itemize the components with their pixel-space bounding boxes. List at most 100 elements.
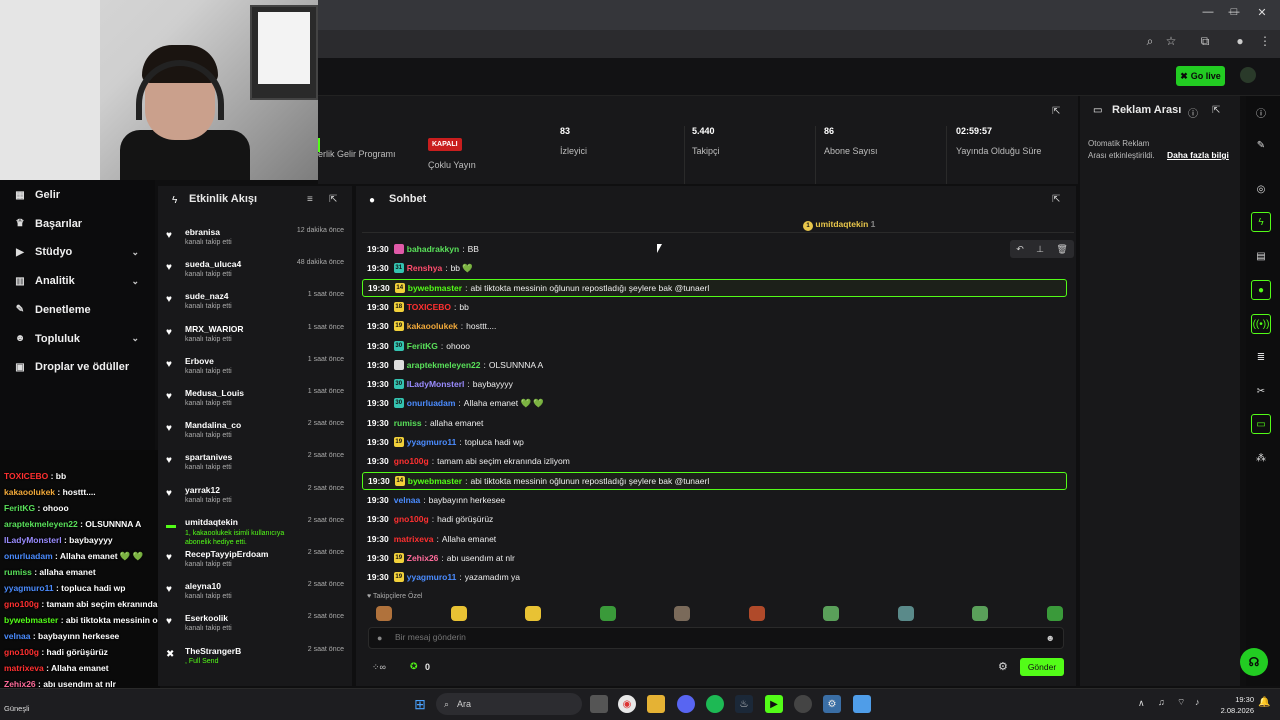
message-username[interactable]: TOXICEBO — [407, 302, 451, 312]
emote-icon[interactable] — [823, 606, 839, 621]
sidebar-item-stdyo[interactable]: ▶ Stüdyo ⌄ — [0, 238, 155, 266]
chat-message[interactable]: 19:30 velnaa: baybayınn herkesee — [362, 491, 1067, 509]
folder-icon[interactable] — [647, 695, 665, 713]
sidebar-item-droplarvedller[interactable]: ▣ Droplar ve ödüller — [0, 353, 155, 381]
message-username[interactable]: ILadyMonsterl — [407, 379, 465, 389]
emote-icon[interactable] — [599, 606, 616, 621]
message-username[interactable]: FeritKG — [407, 341, 438, 351]
activity-item[interactable]: ♥ Medusa_Louis kanalı takip etti 1 saat önc… — [158, 387, 352, 419]
chat-message[interactable]: 19:30 19 Zehix26: abı usendım at nlr — [362, 549, 1067, 567]
popout-icon[interactable]: ⇱ — [1212, 105, 1220, 116]
emote-icon[interactable] — [450, 606, 467, 621]
message-username[interactable]: rumiss — [394, 418, 422, 428]
kick-app-icon[interactable]: ▶ — [765, 695, 783, 713]
wrench-icon[interactable]: ✂ — [1251, 381, 1271, 401]
broadcast-icon[interactable]: ((•)) — [1251, 314, 1271, 334]
menu-icon[interactable]: ⋮ — [1256, 34, 1274, 48]
chat-message[interactable]: 19:30 gno100g: tamam abi seçim ekranında i… — [362, 452, 1067, 470]
message-username[interactable]: yyagmuro11 — [407, 437, 457, 447]
chevron-down-icon[interactable]: ⌄ — [131, 333, 139, 344]
delete-icon[interactable]: 🗑 — [1056, 244, 1067, 255]
chat-message[interactable]: 19:30 araptekmeleyen22: OLSUNNNA A — [362, 356, 1067, 374]
go-live-button[interactable]: ✖ Go live — [1176, 66, 1225, 86]
sidebar-item-topluluk[interactable]: ☻ Topluluk ⌄ — [0, 325, 155, 353]
clock[interactable]: 19:30 2.08.2026 — [1214, 694, 1254, 716]
chat-message[interactable]: 19:30 31 Renshya: bb 💚 — [362, 259, 1067, 277]
activity-item[interactable]: ♥ ebranisa kanalı takip etti 12 dakika önce — [158, 226, 352, 258]
activity-item[interactable]: ♥ Erbove kanalı takip etti 1 saat önce — [158, 355, 352, 387]
learn-more-link[interactable]: Daha fazla bilgi — [1167, 150, 1229, 160]
sidebar-item-gelir[interactable]: ▦ Gelir — [0, 181, 155, 209]
chat-message[interactable]: 19:30 30 FeritKG: ohooo — [362, 337, 1067, 355]
chat-message[interactable]: 19:30 14 bywebmaster: abi tiktokta messinin… — [362, 471, 1067, 490]
emote-icon[interactable] — [674, 606, 690, 621]
message-username[interactable]: araptekmeleyen22 — [407, 360, 481, 370]
chat-message[interactable]: 19:30 19 yyagmuro11: yazamadım ya — [362, 568, 1067, 586]
activity-item[interactable]: ♥ yarrak12 kanalı takip etti 2 saat önce — [158, 484, 352, 516]
message-username[interactable]: gno100g — [394, 514, 429, 524]
emote-icon[interactable] — [897, 606, 914, 621]
chevron-down-icon[interactable]: ⌄ — [131, 276, 139, 287]
chat-message[interactable]: 19:30 matrixeva: Allaha emanet — [362, 530, 1067, 548]
edit-icon[interactable]: ✎ — [1251, 135, 1271, 155]
chevron-down-icon[interactable]: ⌄ — [131, 247, 139, 258]
message-username[interactable]: Renshya — [407, 263, 442, 273]
notification-icon[interactable]: 🔔 — [1258, 697, 1270, 708]
steam-icon[interactable]: ♨ — [735, 695, 753, 713]
zoom-icon[interactable]: ⌕ — [1141, 34, 1159, 49]
chat-input-box[interactable]: ● ☻ — [368, 627, 1064, 649]
message-username[interactable]: bywebmaster — [408, 283, 462, 293]
mic-icon[interactable]: ♫ — [1158, 697, 1165, 707]
chat-message[interactable]: 19:30 14 bywebmaster: abi tiktokta messinin… — [362, 278, 1067, 297]
help-button[interactable]: ☊ — [1240, 648, 1268, 676]
message-username[interactable]: yyagmuro11 — [407, 572, 457, 582]
activity-item[interactable]: ♥ MRX_WARIOR kanalı takip etti 1 saat önce — [158, 323, 352, 355]
chat-message[interactable]: 19:30 19 yyagmuro11: topluca hadi wp — [362, 433, 1067, 451]
notepad-icon[interactable] — [853, 695, 871, 713]
info-icon[interactable]: ⓘ — [1188, 105, 1198, 120]
emote-icon[interactable] — [972, 606, 988, 621]
activity-item[interactable]: ♥ sude_naz4 kanalı takip etti 1 saat önce — [158, 290, 352, 322]
volume-icon[interactable]: ♪ — [1195, 697, 1200, 707]
message-username[interactable]: gno100g — [394, 456, 429, 466]
star-icon[interactable]: ☆ — [1162, 34, 1180, 48]
message-username[interactable]: onurluadam — [407, 398, 456, 408]
emote-icon[interactable] — [376, 606, 392, 621]
chat-message[interactable]: 19:30 18 TOXICEBO: bb — [362, 298, 1067, 316]
activity-item[interactable]: ▬ umitdaqtekin 1, kakaoolukek isimli kulla… — [158, 516, 352, 548]
stack-icon[interactable]: ≣ — [1251, 347, 1271, 367]
chat-message[interactable]: 19:30 rumiss: allaha emanet — [362, 414, 1067, 432]
spotify-icon[interactable] — [706, 695, 724, 713]
activity-item[interactable]: ✖ TheStrangerB, Full Send 2 saat önce — [158, 645, 352, 677]
message-username[interactable]: matrixeva — [394, 534, 434, 544]
settings-gear-icon[interactable]: ⚙ — [998, 660, 1008, 673]
message-username[interactable]: Zehix26 — [407, 553, 439, 563]
profile-icon[interactable]: ● — [1231, 34, 1249, 48]
extensions-icon[interactable]: ⧉ — [1196, 34, 1214, 49]
maximize-button[interactable]: □ — [1224, 6, 1244, 18]
chat-message[interactable]: 19:30 gno100g: hadi görüşürüz — [362, 510, 1067, 528]
users-icon[interactable]: ⁘∞ — [372, 662, 386, 673]
filter-icon[interactable]: ≡ — [307, 194, 313, 205]
discord-icon[interactable] — [677, 695, 695, 713]
share-icon[interactable]: ⁂ — [1251, 448, 1271, 468]
chat-message[interactable]: 19:30 30 onurluadam: Allaha emanet 💚 💚 — [362, 394, 1067, 412]
activity-item[interactable]: ♥ spartanives kanalı takip etti 2 saat önce — [158, 451, 352, 483]
activity-item[interactable]: ♥ Mandalina_co kanalı takip etti 2 saat önc… — [158, 419, 352, 451]
emote-icon[interactable] — [1046, 606, 1063, 621]
message-username[interactable]: bahadrakkyn — [407, 244, 459, 254]
chat-message[interactable]: 19:30 30 ILadyMonsterl: baybayyyy — [362, 375, 1067, 393]
message-username[interactable]: bywebmaster — [408, 476, 462, 486]
close-button[interactable]: ✕ — [1252, 6, 1272, 19]
activity-item[interactable]: ♥ aleyna10 kanalı takip etti 2 saat önce — [158, 580, 352, 612]
taskview-icon[interactable] — [590, 695, 608, 713]
taskbar-search[interactable]: ⌕ Ara — [436, 693, 582, 715]
chrome-icon[interactable]: ◉ — [618, 695, 636, 713]
emote-icon[interactable] — [748, 606, 765, 621]
windows-start-icon[interactable]: ⊞ — [411, 695, 429, 713]
obs-icon[interactable] — [794, 695, 812, 713]
sidebar-item-baarlar[interactable]: ♛ Başarılar — [0, 210, 155, 238]
chat-icon[interactable]: ● — [1251, 280, 1271, 300]
activity-item[interactable]: ♥ RecepTayyipErdoam kanalı takip etti 2 saa… — [158, 548, 352, 580]
info-icon[interactable]: ⓘ — [1251, 102, 1271, 122]
